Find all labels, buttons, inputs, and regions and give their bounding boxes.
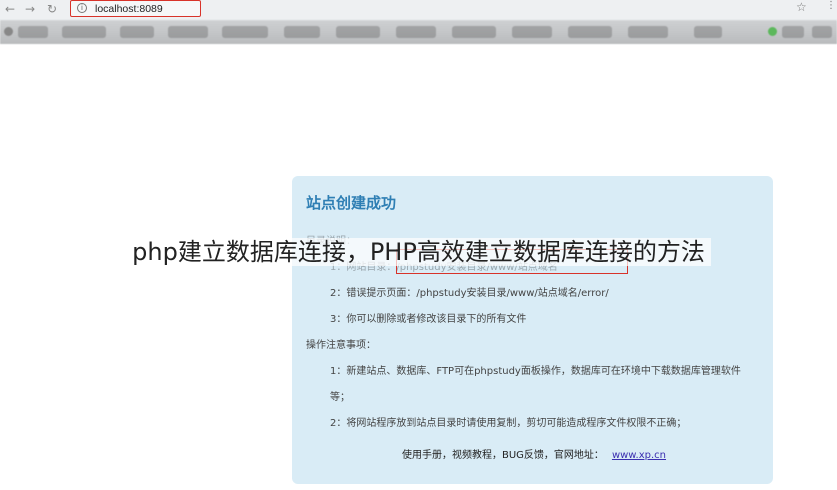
bookmark-item[interactable] (452, 26, 496, 38)
note-1-continued: 等； (330, 392, 350, 403)
website-link[interactable]: www.xp.cn (612, 450, 666, 461)
url-text: localhost:8089 (95, 3, 163, 15)
menu-icon[interactable]: ⋮ (826, 0, 836, 11)
bookmark-item[interactable] (18, 26, 48, 38)
star-icon[interactable]: ☆ (796, 0, 807, 14)
forward-arrow-icon[interactable]: → (22, 1, 38, 17)
site-info-icon[interactable]: i (77, 3, 87, 13)
bookmark-item[interactable] (120, 26, 154, 38)
footer-label: 使用手册，视频教程，BUG反馈，官网地址： (402, 450, 604, 461)
bookmark-item[interactable] (62, 26, 106, 38)
bookmark-favicon (4, 27, 13, 36)
note-2: 2：将网站程序放到站点目录时请使用复制，剪切可能造成程序文件权限不正确； (330, 418, 687, 429)
site-created-card: 站点创建成功 目录说明： 1：网站目录：/phpstudy安装目录/www/站点… (292, 176, 773, 484)
reload-icon[interactable]: ↻ (44, 1, 60, 17)
directory-item-3: 3：你可以删除或者修改该目录下的所有文件 (330, 314, 527, 325)
bookmark-item[interactable] (628, 26, 668, 38)
bookmark-item[interactable] (694, 26, 722, 38)
card-title: 站点创建成功 (306, 194, 397, 212)
article-caption: php建立数据库连接，PHP高效建立数据库连接的方法 (0, 234, 837, 270)
bookmark-item[interactable] (222, 26, 268, 38)
bookmark-favicon (768, 27, 777, 36)
bookmark-item[interactable] (396, 26, 436, 38)
bookmark-item[interactable] (284, 26, 320, 38)
bookmark-item[interactable] (336, 26, 380, 38)
note-1: 1：新建站点、数据库、FTP可在phpstudy面板操作，数据库可在环境中下载数… (330, 366, 741, 377)
caption-text: php建立数据库连接，PHP高效建立数据库连接的方法 (126, 238, 711, 266)
bookmarks-bar (0, 20, 837, 44)
directory-item-2: 2：错误提示页面：/phpstudy安装目录/www/站点域名/error/ (330, 288, 609, 299)
notes-heading: 操作注意事项： (306, 340, 376, 351)
back-arrow-icon[interactable]: ← (2, 1, 18, 17)
card-footer: 使用手册，视频教程，BUG反馈，官网地址： www.xp.cn (402, 446, 666, 461)
bookmark-item[interactable] (568, 26, 612, 38)
bookmark-item[interactable] (812, 26, 832, 38)
browser-toolbar: ← → ↻ i localhost:8089 ☆ ⋮ (0, 0, 837, 20)
bookmark-item[interactable] (782, 26, 804, 38)
address-bar[interactable]: i localhost:8089 (70, 0, 201, 17)
bookmark-item[interactable] (512, 26, 552, 38)
bookmark-item[interactable] (168, 26, 208, 38)
